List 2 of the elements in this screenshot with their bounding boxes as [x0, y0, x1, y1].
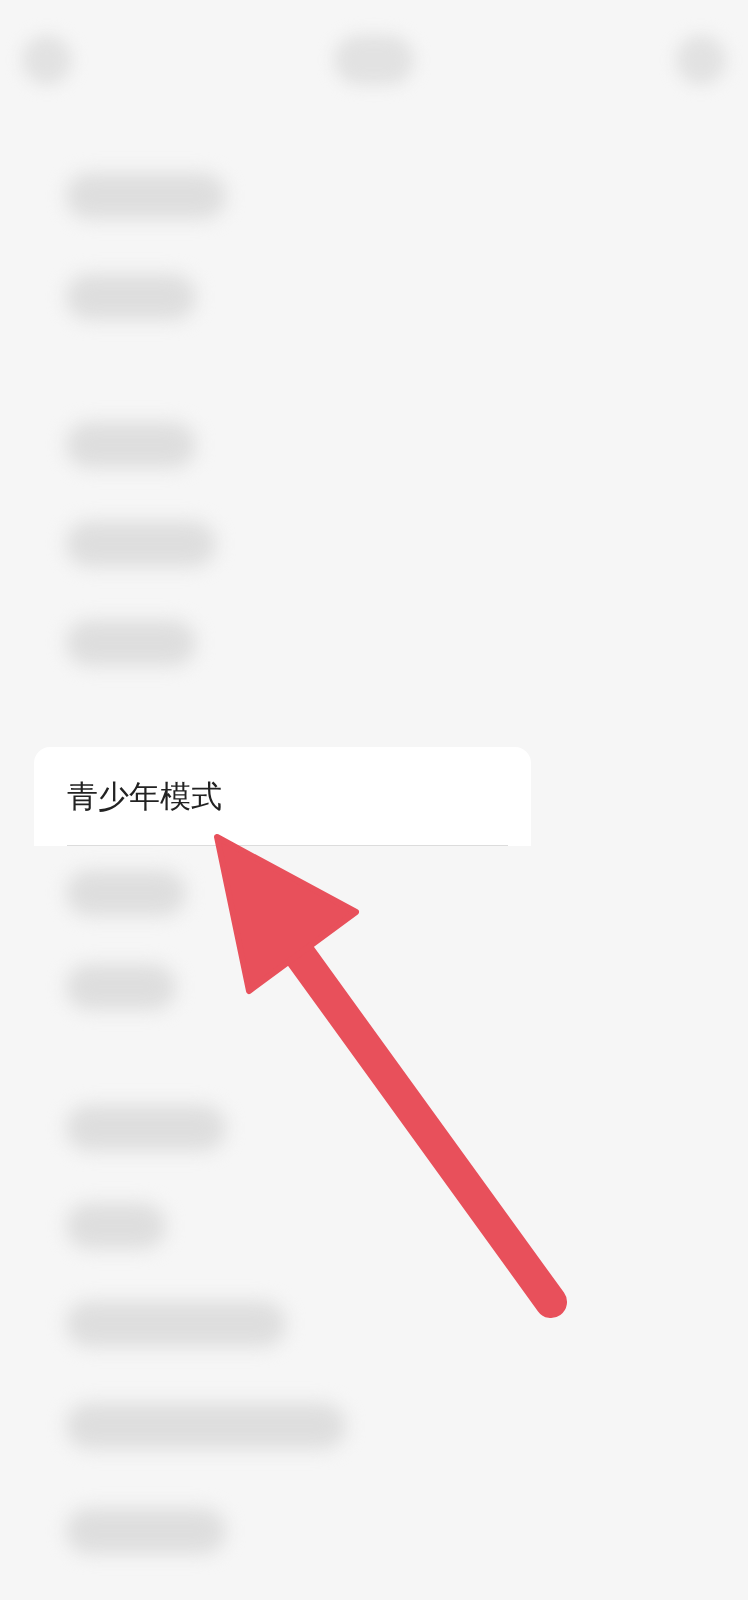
item-label: 青少年模式 — [67, 780, 222, 812]
settings-item[interactable]: 青少年模式 — [34, 747, 531, 846]
